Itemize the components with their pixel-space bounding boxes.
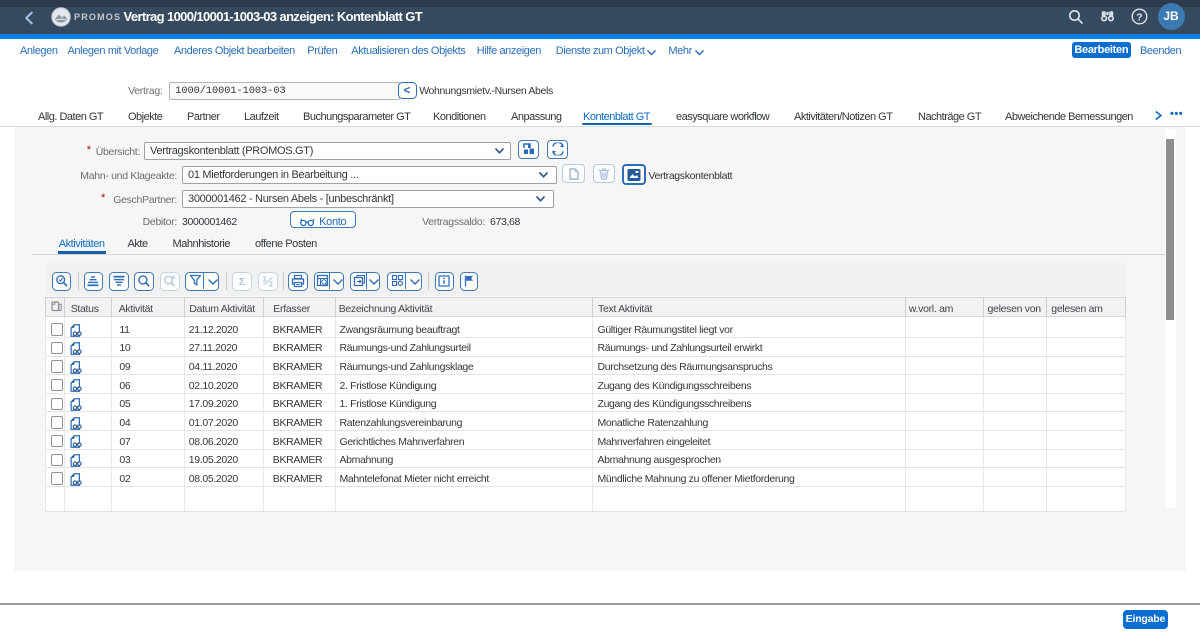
svg-text:2: 2 — [269, 282, 273, 288]
svg-text:Σ: Σ — [239, 276, 245, 287]
svg-text:?: ? — [1136, 11, 1142, 23]
